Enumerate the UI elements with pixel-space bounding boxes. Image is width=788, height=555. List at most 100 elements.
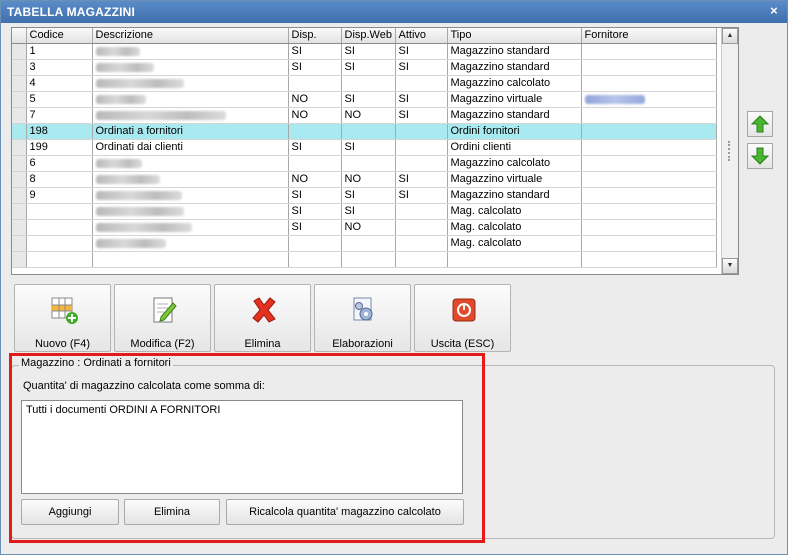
cell-disp[interactable]: SI	[288, 203, 342, 220]
table-row[interactable]: 3 SI SI SI Magazzino standard	[12, 59, 717, 76]
cell-fornitore[interactable]	[581, 235, 717, 252]
cell-fornitore[interactable]	[581, 219, 717, 236]
cell-codice[interactable]: 6	[26, 155, 93, 172]
cell-tipo[interactable]: Magazzino virtuale	[447, 171, 582, 188]
cell-disp-web[interactable]: SI	[341, 43, 396, 60]
cell-disp-web[interactable]: SI	[341, 139, 396, 156]
table-row[interactable]: 4 Magazzino calcolato	[12, 75, 717, 92]
table-row[interactable]: 7 NO NO SI Magazzino standard	[12, 107, 717, 124]
cell-codice[interactable]: 199	[26, 139, 93, 156]
column-header-attivo[interactable]: Attivo	[395, 28, 448, 44]
table-row[interactable]: 5 NO SI SI Magazzino virtuale	[12, 91, 717, 108]
cell-disp[interactable]: SI	[288, 43, 342, 60]
cell-tipo[interactable]: Magazzino calcolato	[447, 75, 582, 92]
cell-disp-web[interactable]: SI	[341, 59, 396, 76]
cell-disp[interactable]: SI	[288, 219, 342, 236]
scroll-up-icon[interactable]: ▲	[722, 28, 738, 44]
cell-tipo[interactable]: Mag. calcolato	[447, 235, 582, 252]
cell-fornitore[interactable]	[581, 155, 717, 172]
column-header-codice[interactable]: Codice	[26, 28, 93, 44]
scroll-down-icon[interactable]: ▼	[722, 258, 738, 274]
cell-attivo[interactable]	[395, 75, 448, 92]
cell-codice[interactable]: 198	[26, 123, 93, 140]
cell-disp[interactable]	[288, 123, 342, 140]
cell-disp[interactable]: SI	[288, 59, 342, 76]
row-selector[interactable]	[12, 91, 27, 108]
cell-disp-web[interactable]: NO	[341, 107, 396, 124]
table-row[interactable]: 6 Magazzino calcolato	[12, 155, 717, 172]
cell-disp[interactable]: NO	[288, 171, 342, 188]
cell-attivo[interactable]: SI	[395, 59, 448, 76]
cell-tipo[interactable]: Ordini clienti	[447, 139, 582, 156]
cell-disp[interactable]: NO	[288, 91, 342, 108]
cell-descrizione[interactable]	[92, 203, 289, 220]
cell-fornitore[interactable]	[581, 107, 717, 124]
table-row[interactable]: 198 Ordinati a fornitori Ordini fornitori	[12, 123, 717, 140]
cell-descrizione[interactable]: Ordinati dai clienti	[92, 139, 289, 156]
cell-codice[interactable]: 1	[26, 43, 93, 60]
cell-attivo[interactable]	[395, 235, 448, 252]
cell-disp[interactable]	[288, 235, 342, 252]
cell-attivo[interactable]	[395, 155, 448, 172]
cell-fornitore[interactable]	[581, 91, 717, 108]
cell-tipo[interactable]: Magazzino virtuale	[447, 91, 582, 108]
cell-attivo[interactable]: SI	[395, 107, 448, 124]
cell-disp[interactable]	[288, 75, 342, 92]
cell-disp-web[interactable]: SI	[341, 187, 396, 204]
cell-descrizione[interactable]: Ordinati a fornitori	[92, 123, 289, 140]
cell-codice[interactable]	[26, 235, 93, 252]
resize-grip[interactable]	[728, 141, 732, 161]
table-row[interactable]: SI NO Mag. calcolato	[12, 219, 717, 236]
cell-descrizione[interactable]	[92, 155, 289, 172]
table-row[interactable]: SI SI Mag. calcolato	[12, 203, 717, 220]
row-selector[interactable]	[12, 123, 27, 140]
cell-fornitore[interactable]	[581, 203, 717, 220]
column-header-disp[interactable]: Disp.	[288, 28, 342, 44]
table-row[interactable]: 8 NO NO SI Magazzino virtuale	[12, 171, 717, 188]
row-selector[interactable]	[12, 171, 27, 188]
cell-descrizione[interactable]	[92, 75, 289, 92]
table-row[interactable]: 199 Ordinati dai clienti SI SI Ordini client…	[12, 139, 717, 156]
cell-tipo[interactable]: Magazzino standard	[447, 187, 582, 204]
cell-disp-web[interactable]	[341, 123, 396, 140]
cell-tipo[interactable]: Magazzino standard	[447, 59, 582, 76]
cell-codice[interactable]: 7	[26, 107, 93, 124]
table-row[interactable]: 9 SI SI SI Magazzino standard	[12, 187, 717, 204]
row-selector[interactable]	[12, 43, 27, 60]
row-selector[interactable]	[12, 75, 27, 92]
uscita-button[interactable]: Uscita (ESC)	[414, 284, 511, 352]
cell-disp-web[interactable]	[341, 155, 396, 172]
cell-tipo[interactable]: Mag. calcolato	[447, 219, 582, 236]
move-up-button[interactable]	[747, 111, 773, 137]
cell-codice[interactable]: 4	[26, 75, 93, 92]
row-selector[interactable]	[12, 139, 27, 156]
cell-tipo[interactable]: Ordini fornitori	[447, 123, 582, 140]
cell-attivo[interactable]: SI	[395, 43, 448, 60]
modifica-button[interactable]: Modifica (F2)	[114, 284, 211, 352]
cell-fornitore[interactable]	[581, 139, 717, 156]
cell-tipo[interactable]: Magazzino standard	[447, 43, 582, 60]
cell-codice[interactable]: 3	[26, 59, 93, 76]
cell-codice[interactable]: 8	[26, 171, 93, 188]
move-down-button[interactable]	[747, 143, 773, 169]
cell-tipo[interactable]: Magazzino calcolato	[447, 155, 582, 172]
cell-descrizione[interactable]	[92, 235, 289, 252]
row-selector[interactable]	[12, 203, 27, 220]
column-header-tipo[interactable]: Tipo	[447, 28, 582, 44]
column-header-disp-web[interactable]: Disp.Web	[341, 28, 396, 44]
cell-attivo[interactable]	[395, 123, 448, 140]
magazzini-grid[interactable]: Codice Descrizione Disp. Disp.Web Attivo…	[11, 27, 739, 275]
cell-disp[interactable]: SI	[288, 187, 342, 204]
cell-fornitore[interactable]	[581, 171, 717, 188]
cell-descrizione[interactable]	[92, 219, 289, 236]
cell-codice[interactable]	[26, 203, 93, 220]
cell-attivo[interactable]: SI	[395, 187, 448, 204]
table-row[interactable]: Mag. calcolato	[12, 235, 717, 252]
row-selector[interactable]	[12, 155, 27, 172]
elimina-toolbar-button[interactable]: Elimina	[214, 284, 311, 352]
cell-codice[interactable]	[26, 219, 93, 236]
cell-codice[interactable]: 9	[26, 187, 93, 204]
column-header-descrizione[interactable]: Descrizione	[92, 28, 289, 44]
row-selector[interactable]	[12, 187, 27, 204]
cell-descrizione[interactable]	[92, 107, 289, 124]
